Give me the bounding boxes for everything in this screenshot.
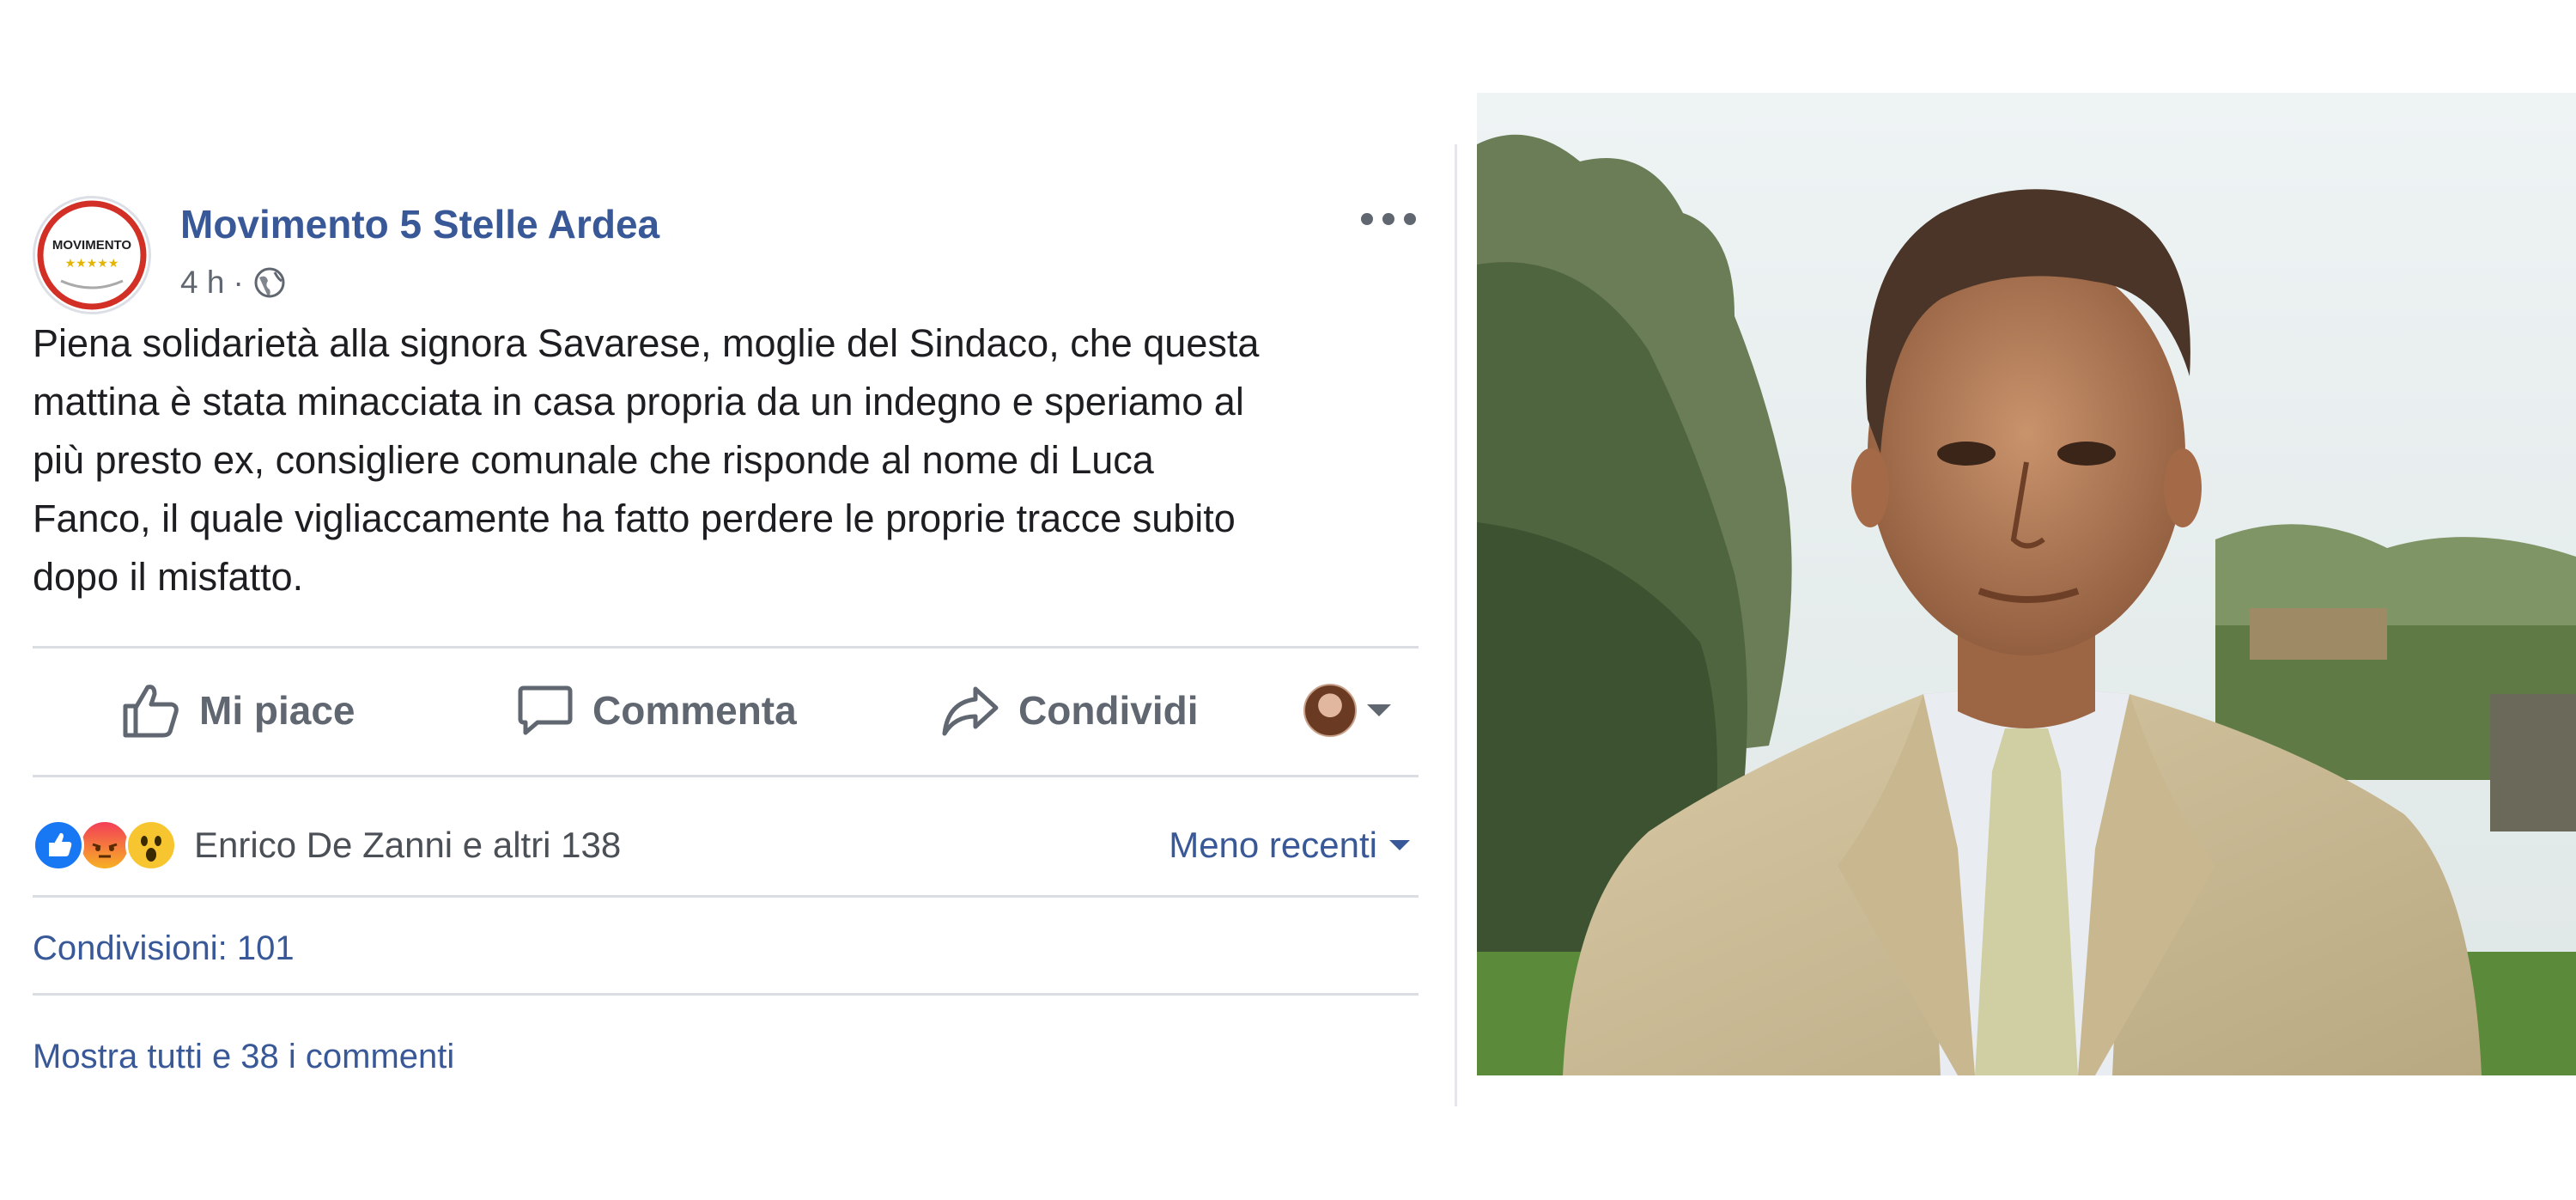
comment-sort-dropdown[interactable]: Meno recenti: [1169, 825, 1410, 866]
divider: [33, 775, 1419, 777]
post-text: Piena solidarietà alla signora Savarese,…: [33, 321, 1260, 599]
reactions-bar: Enrico De Zanni e altri 138 Meno recenti: [33, 789, 1419, 900]
share-button[interactable]: Condividi: [941, 646, 1199, 775]
page-name-link[interactable]: Movimento 5 Stelle Ardea: [180, 201, 659, 247]
page-avatar[interactable]: MOVIMENTO ★★★★★: [33, 196, 151, 314]
wow-reaction-icon: [125, 819, 177, 871]
vertical-divider: [1455, 144, 1457, 1106]
reactors-names[interactable]: Enrico De Zanni e altri 138: [194, 825, 621, 866]
angry-reaction-icon: [79, 819, 131, 871]
ellipsis-icon[interactable]: [1358, 204, 1419, 234]
reaction-icons[interactable]: [33, 819, 177, 871]
like-reaction-icon: [33, 819, 84, 871]
shares-count[interactable]: Condivisioni: 101: [33, 929, 295, 968]
avatar-logo-text: MOVIMENTO: [52, 238, 132, 253]
divider: [33, 993, 1419, 996]
post-header: MOVIMENTO ★★★★★ Movimento 5 Stelle Ardea…: [33, 170, 1419, 314]
globe-icon: [254, 267, 285, 298]
like-button[interactable]: Mi piace: [122, 646, 355, 775]
comment-button[interactable]: Commenta: [517, 646, 797, 775]
sort-label: Meno recenti: [1169, 825, 1377, 865]
post-actions: Mi piace Commenta Condividi: [33, 646, 1419, 775]
chevron-down-icon: [1389, 840, 1410, 850]
chevron-down-icon: [1367, 704, 1391, 716]
svg-text:★★★★★: ★★★★★: [65, 257, 119, 271]
comment-icon: [518, 685, 573, 735]
thumbs-up-icon: [123, 685, 179, 738]
user-avatar: [1303, 684, 1357, 737]
post-meta: 4 h ·: [180, 265, 287, 301]
m5s-logo-icon: MOVIMENTO ★★★★★: [37, 200, 147, 310]
divider: [33, 895, 1419, 898]
comment-label: Commenta: [592, 688, 797, 733]
post-as-selector[interactable]: [1303, 646, 1391, 775]
like-label: Mi piace: [199, 688, 355, 733]
post-time[interactable]: 4 h: [180, 265, 224, 301]
portrait-photo: [1477, 93, 2576, 1075]
share-label: Condividi: [1018, 688, 1199, 733]
share-icon: [942, 686, 999, 736]
meta-separator: ·: [233, 265, 244, 300]
facebook-post: MOVIMENTO ★★★★★ Movimento 5 Stelle Ardea…: [33, 144, 1419, 1106]
view-all-comments-link[interactable]: Mostra tutti e 38 i commenti: [33, 1038, 454, 1076]
